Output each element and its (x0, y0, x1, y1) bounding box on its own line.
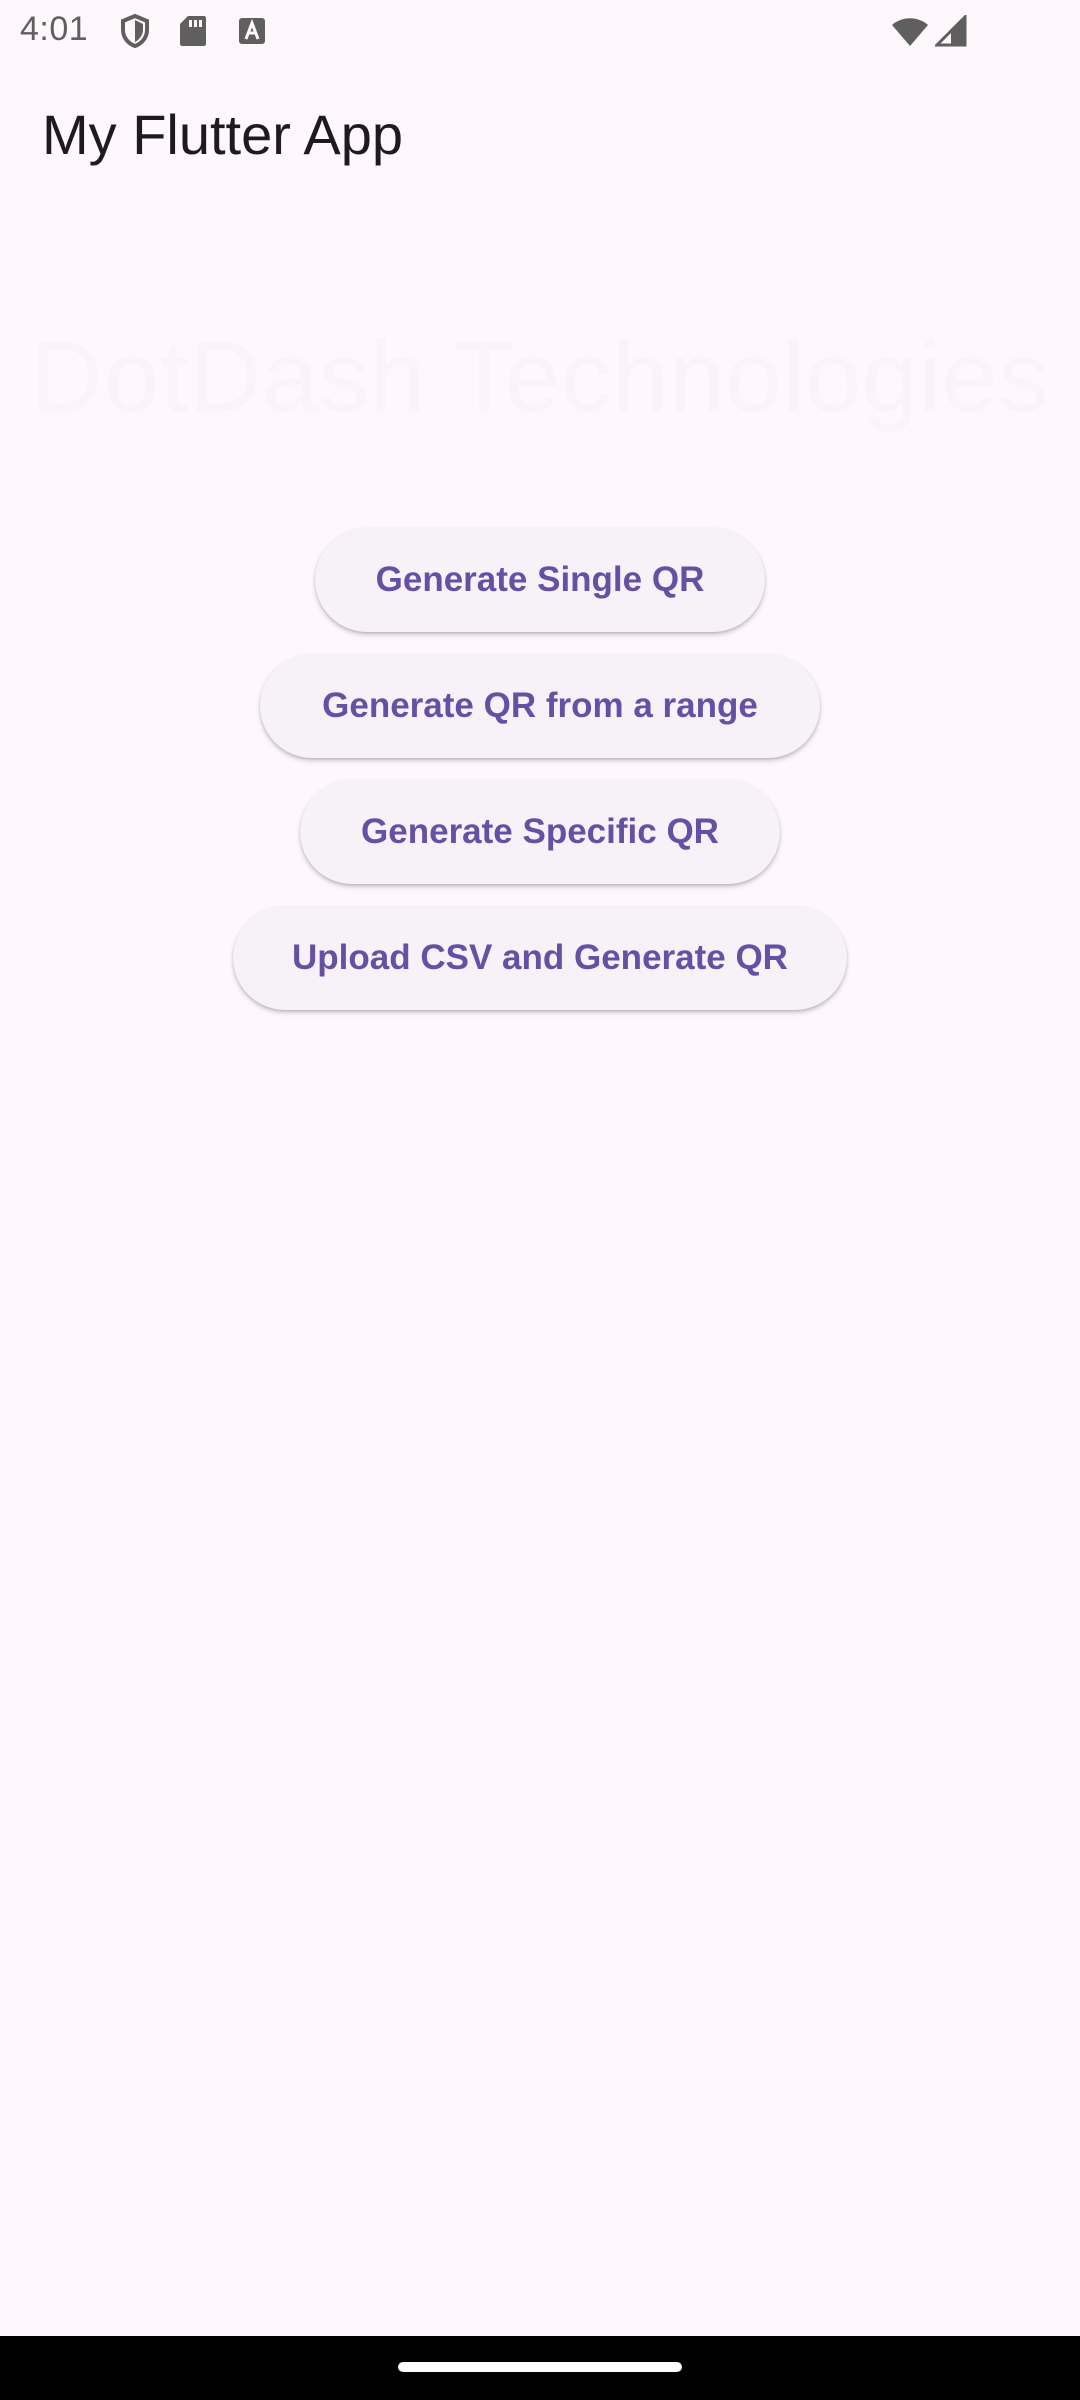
generate-specific-qr-button[interactable]: Generate Specific QR (300, 780, 780, 884)
navigation-bar (0, 2336, 1080, 2400)
shield-icon (118, 14, 152, 48)
page-title: My Flutter App (42, 103, 404, 166)
sd-card-icon (176, 14, 210, 48)
watermark-text: DotDash Technologies (30, 321, 1050, 433)
cell-signal-icon (934, 14, 968, 48)
home-indicator[interactable] (398, 2362, 682, 2372)
wifi-icon (890, 14, 930, 48)
app-bar: My Flutter App (0, 62, 1080, 208)
generate-qr-range-button[interactable]: Generate QR from a range (260, 654, 820, 758)
font-a-icon (235, 14, 269, 48)
status-time: 4:01 (20, 10, 89, 48)
status-bar: 4:01 (0, 0, 1080, 62)
upload-csv-generate-qr-button[interactable]: Upload CSV and Generate QR (233, 906, 847, 1010)
generate-single-qr-button[interactable]: Generate Single QR (315, 528, 765, 632)
